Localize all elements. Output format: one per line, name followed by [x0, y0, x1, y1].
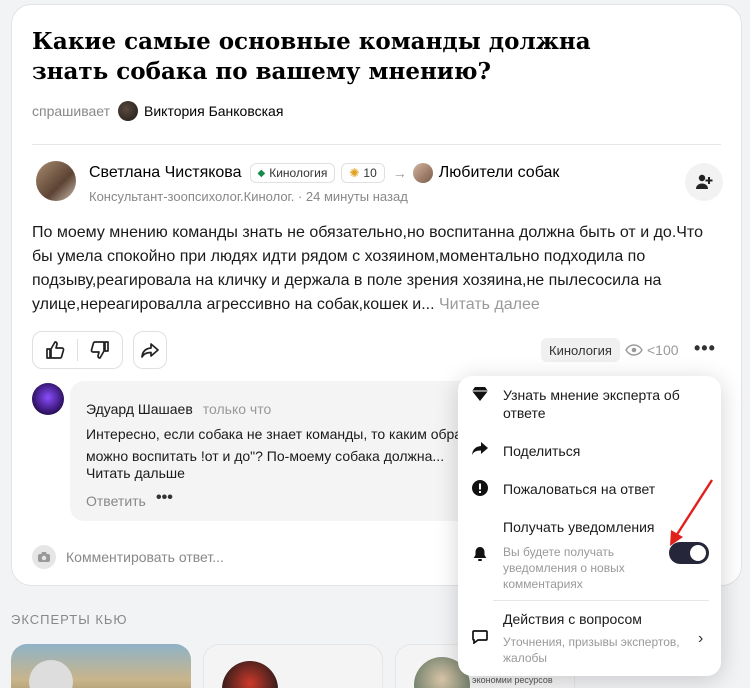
chevron-right-icon: › — [698, 630, 704, 647]
expert-card-2[interactable] — [203, 644, 383, 688]
experts-title: ЭКСПЕРТЫ КЬЮ — [11, 612, 128, 627]
author-row: Светлана Чистякова ◆ Кинология ✺ 10 → Люби… — [89, 163, 559, 183]
menu-item-report-label: Пожаловаться на ответ — [503, 481, 656, 497]
views-value: <100 — [647, 342, 679, 358]
menu-item-notify[interactable]: Получать уведомления Вы будете получать … — [468, 518, 655, 592]
menu-item-actions-label: Действия с вопросом — [503, 611, 642, 627]
answer-actions — [32, 331, 167, 369]
asker-avatar[interactable] — [118, 101, 139, 121]
thumbs-down-icon — [90, 341, 109, 359]
author-subtitle: Консультант-зоопсихолог.Кинолог. · 24 ми… — [89, 189, 408, 204]
share-arrow-icon — [141, 343, 159, 358]
upvote-button[interactable] — [33, 332, 77, 368]
downvote-button[interactable] — [78, 332, 122, 368]
menu-item-notify-sub: Вы будете получать уведомления о новых к… — [503, 545, 625, 591]
read-more-link[interactable]: Читать далее — [439, 296, 540, 313]
topic-tag[interactable]: Кинология — [541, 338, 620, 362]
comment-input-placeholder: Комментировать ответ... — [66, 549, 224, 565]
share-icon — [468, 442, 492, 461]
diamond-icon — [468, 386, 492, 422]
asker-name[interactable]: Виктория Банковская — [144, 103, 283, 119]
arrow-right-icon: → — [392, 165, 407, 181]
menu-item-expert-label: Узнать мнение эксперта об ответе — [503, 387, 680, 421]
views-counter: <100 — [625, 342, 679, 358]
expert-card-caption: экономии ресурсов — [472, 675, 553, 685]
asked-label: спрашивает — [32, 103, 111, 119]
menu-item-notify-text: Получать уведомления Вы будете получать … — [503, 518, 655, 592]
group-name[interactable]: Любители собак — [439, 164, 560, 182]
reply-button[interactable]: Ответить — [86, 493, 146, 509]
question-title[interactable]: Какие самые основные команды должна знат… — [32, 27, 632, 87]
comment-more-button[interactable]: ••• — [156, 489, 173, 507]
comment-bubble: Эдуард Шашаев только что Интересно, если … — [70, 381, 490, 521]
comment-line-2: можно воспитать !от и до"? По-моему соба… — [86, 448, 445, 464]
eye-icon — [625, 344, 643, 356]
page: Какие самые основные команды должна знат… — [0, 0, 750, 688]
comment-input[interactable]: Комментировать ответ... — [32, 545, 224, 569]
answer-body: По моему мнению команды знать не обязате… — [32, 224, 703, 313]
menu-item-notify-label: Получать уведомления — [503, 519, 655, 535]
camera-icon[interactable] — [32, 545, 56, 569]
divider — [32, 144, 721, 145]
sun-icon: ✺ — [349, 166, 360, 180]
bell-icon — [468, 518, 492, 592]
menu-item-actions[interactable]: Действия с вопросом Уточнения, призывы э… — [468, 610, 693, 666]
comment-header: Эдуард Шашаев только что — [86, 401, 271, 417]
topic-badge-label: Кинология — [269, 166, 328, 180]
menu-item-actions-text: Действия с вопросом Уточнения, призывы э… — [503, 610, 693, 666]
author-name[interactable]: Светлана Чистякова — [89, 164, 242, 182]
share-button[interactable] — [133, 331, 167, 369]
comment-bubble-icon — [468, 610, 492, 666]
follow-button[interactable] — [685, 163, 723, 201]
menu-item-actions-sub: Уточнения, призывы экспертов, жалобы — [503, 635, 680, 665]
add-user-icon — [696, 174, 713, 189]
menu-item-share[interactable]: Поделиться — [468, 442, 580, 461]
annotation-arrow — [670, 479, 714, 546]
commenter-name[interactable]: Эдуард Шашаев — [86, 401, 193, 417]
score-badge[interactable]: ✺ 10 — [341, 163, 385, 183]
thumbs-up-icon — [46, 341, 65, 359]
menu-item-share-label: Поделиться — [503, 443, 581, 459]
score-value: 10 — [363, 166, 377, 180]
comment-time: только что — [202, 401, 272, 417]
alert-icon — [468, 480, 492, 501]
menu-item-report[interactable]: Пожаловаться на ответ — [468, 480, 655, 501]
menu-item-expert[interactable]: Узнать мнение эксперта об ответе — [468, 386, 683, 422]
more-options-button[interactable]: ••• — [694, 338, 716, 359]
vote-group — [32, 331, 123, 369]
gem-icon: ◆ — [257, 167, 266, 179]
topic-badge[interactable]: ◆ Кинология — [249, 163, 336, 183]
comment-text: Интересно, если собака не знает команды,… — [86, 423, 486, 467]
answer-header: Светлана Чистякова ◆ Кинология ✺ 10 → Люби… — [36, 161, 726, 209]
comment-line-1: Интересно, если собака не знает команды,… — [86, 426, 463, 442]
author-avatar[interactable] — [36, 161, 76, 201]
expert-avatar — [222, 661, 278, 688]
commenter-avatar[interactable] — [32, 383, 64, 415]
comment-read-more[interactable]: Читать дальше — [86, 465, 185, 481]
expert-card-1[interactable] — [11, 644, 191, 688]
answer-text: По моему мнению команды знать не обязате… — [32, 221, 722, 317]
group-avatar[interactable] — [412, 163, 433, 183]
expert-avatar — [29, 660, 73, 688]
asker-row: спрашивает Виктория Банковская — [32, 101, 283, 121]
menu-divider — [493, 600, 709, 601]
